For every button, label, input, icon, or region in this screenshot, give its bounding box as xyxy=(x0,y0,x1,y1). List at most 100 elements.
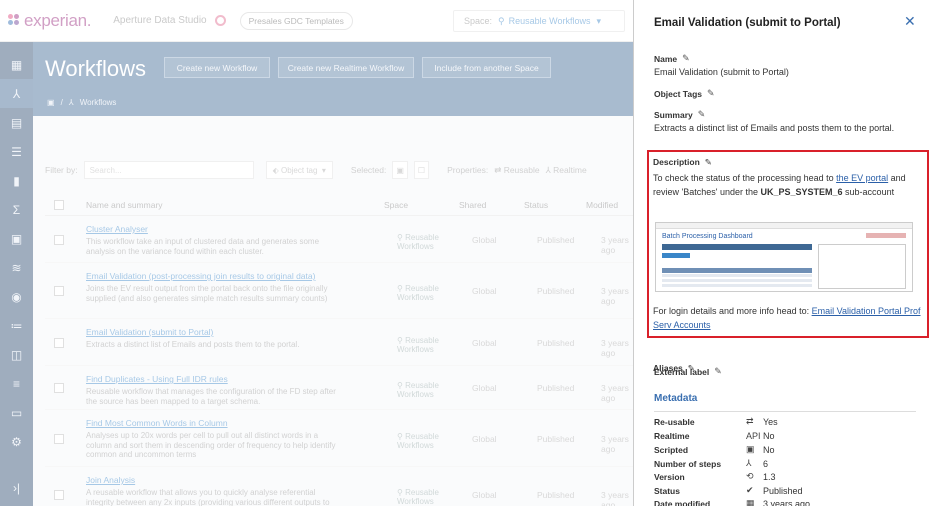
clipboard-icon[interactable]: ▣ xyxy=(0,224,33,253)
row-checkbox[interactable] xyxy=(54,383,64,393)
select-all-icon[interactable]: ▣ xyxy=(392,161,408,179)
table-header: Name and summary Space Shared Status Mod… xyxy=(45,194,645,216)
edit-name-icon[interactable]: ✎ xyxy=(682,53,690,64)
metadata-value: No xyxy=(763,430,775,441)
col-status[interactable]: Status xyxy=(524,200,586,210)
space-selector[interactable]: Space: ⚲ Reusable Workflows ▾ xyxy=(453,10,625,32)
summary-value: Extracts a distinct list of Emails and p… xyxy=(654,123,895,133)
workflow-summary: Reusable workflow that manages the confi… xyxy=(86,387,336,406)
ev-portal-link[interactable]: the EV portal xyxy=(836,173,888,183)
table-row[interactable]: Join Analysis A reusable workflow that al… xyxy=(45,467,645,506)
window-icon[interactable]: ◫ xyxy=(0,340,33,369)
dashboard-icon[interactable]: ▦ xyxy=(0,50,33,79)
metadata-value: Published xyxy=(763,485,803,496)
row-status: Published xyxy=(537,286,575,296)
table-row[interactable]: Find Duplicates - Using Full IDR rules Re… xyxy=(45,366,645,410)
monitor-icon[interactable]: ▭ xyxy=(0,398,33,427)
table-row[interactable]: Email Validation (submit to Portal) Extra… xyxy=(45,319,645,366)
chevron-down-icon: ▾ xyxy=(317,165,326,175)
workflow-crumb-icon: ⅄ xyxy=(68,98,74,107)
table-row[interactable]: Find Most Common Words in Column Analyses… xyxy=(45,410,645,467)
workflow-name-link[interactable]: Join Analysis xyxy=(86,475,135,485)
select-none-icon[interactable]: ☐ xyxy=(413,161,430,179)
experian-logo[interactable]: experian. xyxy=(8,11,92,31)
table-row[interactable]: Email Validation (post-processing join r… xyxy=(45,263,645,319)
filter-label: Filter by: xyxy=(45,165,78,175)
desc-text-c: sub-account xyxy=(842,187,895,197)
edit-aliases-icon[interactable]: ✎ xyxy=(688,363,695,374)
home-icon[interactable]: ▣ xyxy=(47,98,55,107)
workflow-summary: Analyses up to 20x words per cell to pul… xyxy=(86,431,336,459)
space-value: Reusable Workflows xyxy=(508,16,591,26)
datastore-icon[interactable]: ☰ xyxy=(0,137,33,166)
app-window: experian. Aperture Data Studio Presales … xyxy=(0,0,938,506)
col-name[interactable]: Name and summary xyxy=(86,200,384,210)
layers-icon[interactable]: ≋ xyxy=(0,253,33,282)
rules-icon[interactable]: ≔ xyxy=(0,311,33,340)
row-shared: Global xyxy=(472,434,497,444)
selected-label: Selected: xyxy=(350,165,387,175)
metadata-value: 3 years ago xyxy=(763,498,811,506)
workflow-icon[interactable]: ⅄ xyxy=(0,79,33,108)
include-from-space-button[interactable]: Include from another Space xyxy=(422,57,551,78)
select-all-checkbox[interactable] xyxy=(54,199,64,210)
name-value: Email Validation (submit to Portal) xyxy=(654,67,789,77)
edit-summary-icon[interactable]: ✎ xyxy=(698,109,706,120)
breadcrumb-workflows[interactable]: Workflows xyxy=(80,98,117,107)
sidebar: ▦ ⅄ ▤ ☰ ▮ Σ ▣ ≋ ◉ ≔ ◫ ≡ ▭ ⚙ ›| xyxy=(0,42,33,506)
metadata-divider xyxy=(654,411,916,412)
edit-description-icon[interactable]: ✎ xyxy=(705,157,712,168)
object-tag-filter[interactable]: ⬖ Object tag ▾ xyxy=(265,161,333,179)
row-checkbox[interactable] xyxy=(54,235,64,245)
metadata-row: Date modified ▦ 3 years ago xyxy=(654,497,810,506)
create-workflow-button[interactable]: Create new Workflow xyxy=(164,57,270,78)
list-icon[interactable]: ≡ xyxy=(0,369,33,398)
close-icon[interactable]: ✕ xyxy=(904,13,916,30)
workflow-name-link[interactable]: Email Validation (post-processing join r… xyxy=(86,271,315,281)
metadata-key: Date modified xyxy=(654,498,711,506)
workflow-name-link[interactable]: Email Validation (submit to Portal) xyxy=(86,327,213,337)
col-modified[interactable]: Modified xyxy=(586,200,618,210)
workflow-name-link[interactable]: Cluster Analyser xyxy=(86,224,148,234)
user-icon[interactable]: ◉ xyxy=(0,282,33,311)
object-tag-label: Object tag xyxy=(280,165,318,175)
edit-tags-icon[interactable]: ✎ xyxy=(707,88,715,99)
row-status: Published xyxy=(537,490,575,500)
row-checkbox[interactable] xyxy=(54,490,64,500)
realtime-label: Realtime xyxy=(553,164,587,175)
description-paragraph-1: To check the status of the processing he… xyxy=(653,171,921,199)
search-input[interactable]: Search... xyxy=(83,161,254,179)
chart-icon[interactable]: ▮ xyxy=(0,166,33,195)
workflow-name-link[interactable]: Find Most Common Words in Column xyxy=(86,418,228,428)
expand-icon[interactable]: ›| xyxy=(0,473,33,502)
aliases-label: Aliases xyxy=(653,363,683,373)
row-shared: Global xyxy=(472,235,497,245)
chevron-down-icon: ▾ xyxy=(596,15,602,26)
description-field-label: Description ✎ xyxy=(653,157,712,168)
row-checkbox[interactable] xyxy=(54,338,64,348)
workflow-table: Name and summary Space Shared Status Mod… xyxy=(45,194,645,506)
app-name: Aperture Data Studio xyxy=(113,15,207,26)
row-checkbox[interactable] xyxy=(54,286,64,296)
gear-icon[interactable]: ⚙ xyxy=(0,427,33,456)
metadata-row: Status ✔ Published xyxy=(654,484,803,497)
col-space[interactable]: Space xyxy=(384,200,459,210)
desc-account-name: UK_PS_SYSTEM_6 xyxy=(760,187,843,197)
row-space: ⚲ Reusable Workflows xyxy=(397,381,439,399)
reusable-filter[interactable]: ⇄ Reusable xyxy=(494,165,539,176)
edit-external-label-icon[interactable]: ✎ xyxy=(714,366,722,377)
row-space: ⚲ Reusable Workflows xyxy=(397,233,439,251)
realtime-filter[interactable]: ⅄ Realtime xyxy=(546,165,587,176)
template-pill[interactable]: Presales GDC Templates xyxy=(239,11,353,30)
row-checkbox[interactable] xyxy=(54,434,64,444)
metadata-row: Version ⟲ 1.3 xyxy=(654,470,776,483)
history-icon: ⟲ xyxy=(746,471,754,481)
row-shared: Global xyxy=(472,383,497,393)
function-icon[interactable]: Σ xyxy=(0,195,33,224)
space-label: Space: xyxy=(464,16,493,26)
table-row[interactable]: Cluster Analyser This workflow take an in… xyxy=(45,216,645,263)
col-shared[interactable]: Shared xyxy=(459,200,524,210)
create-realtime-workflow-button[interactable]: Create new Realtime Workflow xyxy=(278,57,414,78)
workflow-name-link[interactable]: Find Duplicates - Using Full IDR rules xyxy=(86,374,228,384)
grid-icon[interactable]: ▤ xyxy=(0,108,33,137)
